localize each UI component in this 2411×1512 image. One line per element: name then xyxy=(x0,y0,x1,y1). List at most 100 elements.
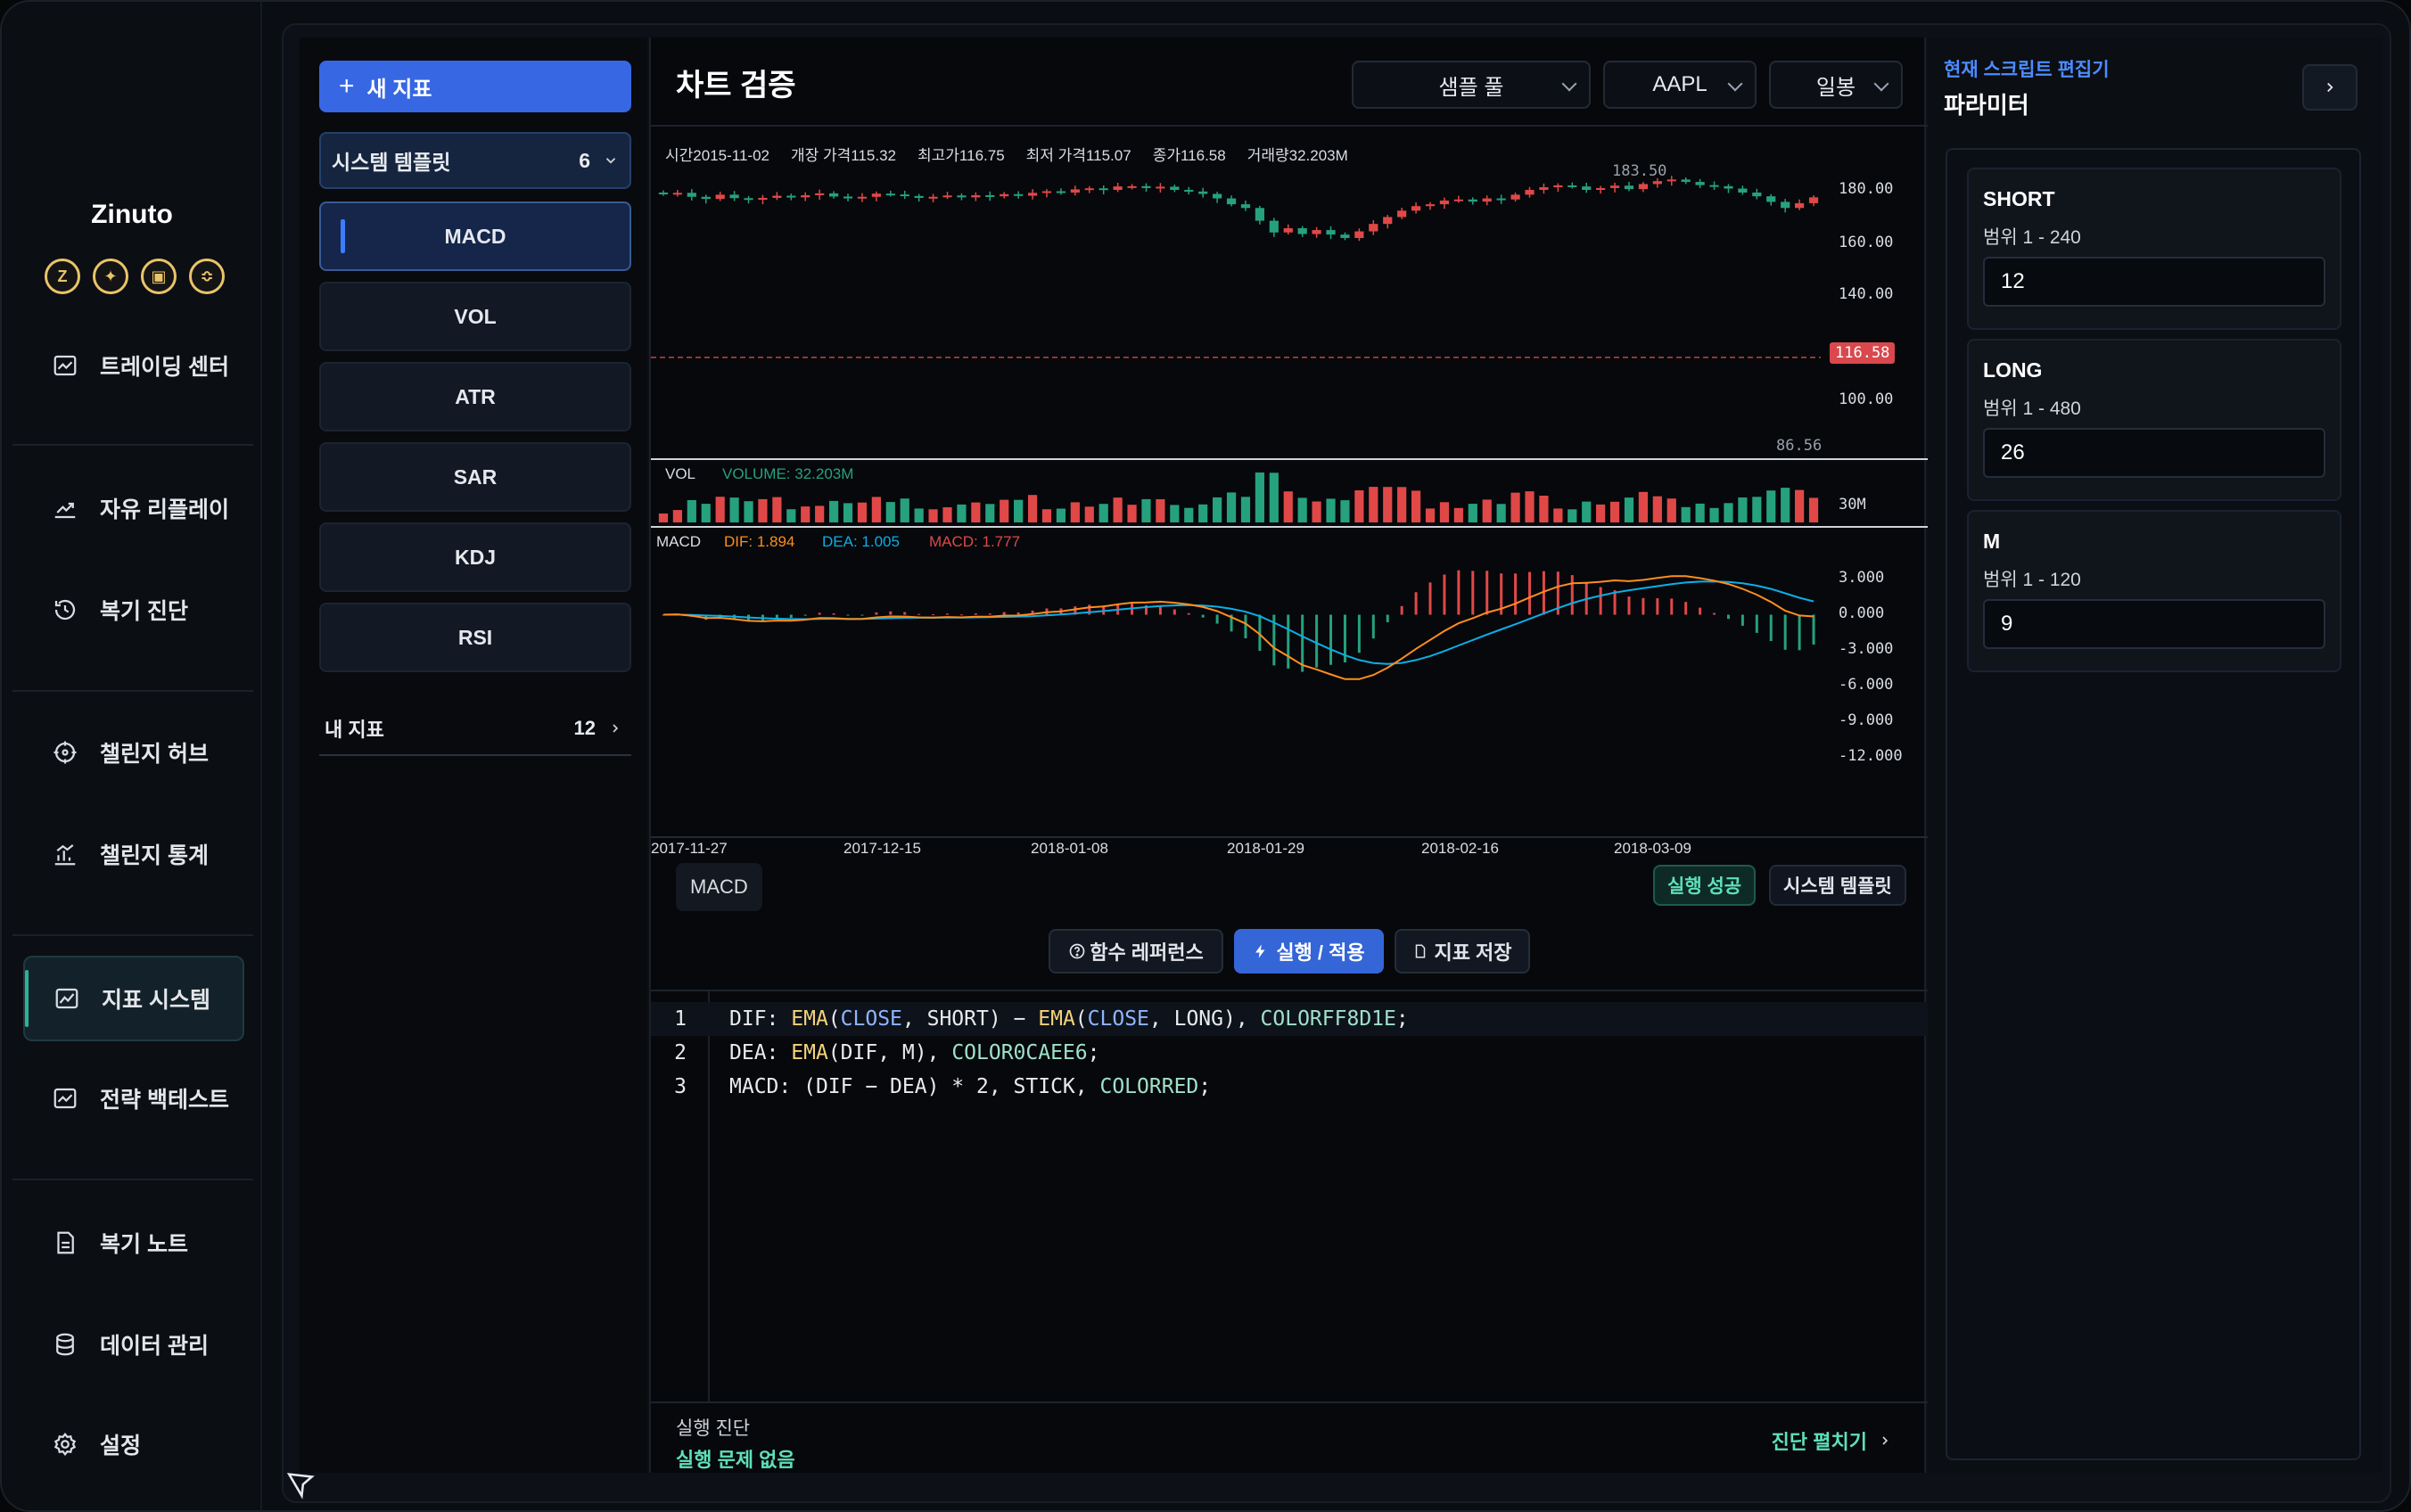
candle-body xyxy=(1453,199,1463,201)
collapse-panel-button[interactable] xyxy=(2302,64,2358,111)
parameter-panel: 현재 스크립트 편집기 파라미터 SHORT 범위 1 - 240 12 LON… xyxy=(1928,37,2382,1473)
script-editor-link[interactable]: 현재 스크립트 편집기 xyxy=(1944,55,2110,82)
param-m-input[interactable]: 9 xyxy=(1983,599,2325,649)
indicator-item-macd[interactable]: MACD xyxy=(319,201,631,271)
code-line[interactable]: 2 DEA: EMA(DIF, M), COLOR0CAEE6; xyxy=(651,1036,1928,1070)
indicator-item-vol[interactable]: VOL xyxy=(319,282,631,351)
code-text: DEA: EMA(DIF, M), COLOR0CAEE6; xyxy=(710,1041,1100,1064)
candle-body xyxy=(1425,204,1436,207)
period-select[interactable]: 일봉 xyxy=(1769,61,1903,109)
sidebar-item-settings[interactable]: 설정 xyxy=(23,1401,244,1487)
sidebar-item-challenge-stats[interactable]: 챌린지 통계 xyxy=(23,811,244,897)
sidebar-item-free-replay[interactable]: 자유 리플레이 xyxy=(23,465,244,551)
max-price-label: 183.50 xyxy=(1612,162,1667,180)
volume-series-label: VOLUME: 32.203M xyxy=(722,465,854,482)
candle-body xyxy=(1738,188,1748,193)
new-indicator-label: 새 지표 xyxy=(366,77,432,102)
volume-bar xyxy=(1369,487,1378,522)
expand-diagnosis-button[interactable]: 진단 펼치기 xyxy=(1772,1426,1892,1455)
save-indicator-label: 지표 저장 xyxy=(1434,941,1512,964)
param-long-input[interactable]: 26 xyxy=(1983,428,2325,478)
volume-bar xyxy=(1695,503,1705,522)
my-indicators-row[interactable]: 내 지표 12 xyxy=(319,703,631,756)
indicator-item-atr[interactable]: ATR xyxy=(319,362,631,431)
volume-bar xyxy=(1411,490,1421,522)
code-line[interactable]: 1 DIF: EMA(CLOSE, SHORT) − EMA(CLOSE, LO… xyxy=(651,1002,1928,1036)
volume-bar xyxy=(1482,499,1492,522)
run-apply-label: 실행 / 적용 xyxy=(1276,941,1365,964)
brand-badges: Z ✦ ▣ ≎ xyxy=(45,259,225,294)
indicator-item-rsi[interactable]: RSI xyxy=(319,603,631,672)
sidebar-item-trading-center[interactable]: 트레이딩 센터 xyxy=(23,323,244,408)
sidebar-item-challenge-hub[interactable]: 챌린지 허브 xyxy=(23,710,244,795)
candle-body xyxy=(1170,186,1180,191)
code-editor[interactable]: 1 DIF: EMA(CLOSE, SHORT) − EMA(CLOSE, LO… xyxy=(651,990,1928,1401)
volume-bar xyxy=(971,502,981,522)
save-indicator-button[interactable]: 지표 저장 xyxy=(1395,929,1530,974)
candle-body xyxy=(1525,190,1535,195)
volume-bar xyxy=(1609,501,1620,522)
candle-body xyxy=(786,195,796,198)
function-reference-button[interactable]: 함수 레퍼런스 xyxy=(1049,929,1223,974)
volume-bar xyxy=(1383,487,1393,522)
volume-bar xyxy=(1553,508,1563,522)
param-short-input[interactable]: 12 xyxy=(1983,257,2325,307)
code-token: : xyxy=(766,1007,792,1031)
macd-histogram-bar xyxy=(1002,612,1006,615)
macd-histogram-bar xyxy=(1428,582,1432,615)
volume-bar xyxy=(744,501,753,522)
candle-body xyxy=(1468,199,1477,202)
sidebar-item-indicator-system[interactable]: 지표 시스템 xyxy=(23,956,244,1041)
indicator-item-kdj[interactable]: KDJ xyxy=(319,522,631,592)
template-label: 시스템 템플릿 xyxy=(332,151,451,174)
sidebar-item-review-diagnosis[interactable]: 복기 진단 xyxy=(23,567,244,653)
volume-bar xyxy=(1468,504,1477,522)
dif-line xyxy=(662,575,1814,680)
macd-histogram-bar xyxy=(1173,609,1176,615)
macd-histogram-bar xyxy=(1371,614,1375,639)
sidebar-item-strategy-backtest[interactable]: 전략 백테스트 xyxy=(23,1056,244,1141)
editor-tab-macd[interactable]: MACD xyxy=(676,863,762,911)
expand-diagnosis-label: 진단 펼치기 xyxy=(1771,1431,1867,1453)
line-number: 3 xyxy=(674,1075,687,1098)
help-icon xyxy=(1069,943,1085,959)
sidebar-item-review-note[interactable]: 복기 노트 xyxy=(23,1200,244,1286)
symbol-select[interactable]: AAPL xyxy=(1603,61,1757,109)
indicator-item-sar[interactable]: SAR xyxy=(319,442,631,512)
volume-bar xyxy=(1127,505,1137,522)
code-line[interactable]: 3 MACD: (DIF − DEA) * 2, STICK, COLORRED… xyxy=(651,1070,1928,1104)
date-tick: 2018-03-09 xyxy=(1614,840,1691,857)
candle-body xyxy=(957,195,967,198)
candle-body xyxy=(1340,234,1350,238)
volume-bar xyxy=(1724,503,1733,522)
param-card-m: M 범위 1 - 120 9 xyxy=(1967,510,2341,672)
macd-tick: -3.000 xyxy=(1839,640,1894,658)
macd-histogram-bar xyxy=(1798,614,1801,651)
candle-body xyxy=(857,196,868,199)
volume-bar xyxy=(1198,504,1208,522)
volume-bar xyxy=(786,509,796,522)
volume-bar xyxy=(900,498,909,522)
system-template-button[interactable]: 시스템 템플릿 xyxy=(1769,865,1906,906)
macd-value-label: MACD: 1.777 xyxy=(929,533,1021,550)
param-name: M xyxy=(1983,530,2001,553)
sidebar-item-label: 지표 시스템 xyxy=(102,988,210,1013)
code-token: ( xyxy=(827,1041,841,1064)
volume-bar xyxy=(1070,502,1080,522)
parameters-title: 파라미터 xyxy=(1944,92,2029,119)
sidebar-item-data-management[interactable]: 데이터 관리 xyxy=(23,1302,244,1387)
sample-pool-select[interactable]: 샘플 풀 xyxy=(1352,61,1591,109)
macd-histogram-bar xyxy=(1769,614,1773,642)
macd-histogram-bar xyxy=(1627,596,1631,615)
volume-bar xyxy=(1808,497,1819,522)
sidebar-item-label: 챌린지 허브 xyxy=(100,742,209,767)
volume-bar xyxy=(701,504,711,522)
candle-body xyxy=(1226,198,1237,205)
run-apply-button[interactable]: 실행 / 적용 xyxy=(1234,929,1384,974)
chevron-badge-icon: ≎ xyxy=(189,259,225,294)
new-indicator-button[interactable]: + 새 지표 xyxy=(319,61,631,112)
vol-pane-divider xyxy=(651,458,1928,460)
system-template-dropdown[interactable]: 시스템 템플릿 6 xyxy=(319,132,631,189)
candle-body xyxy=(900,194,909,197)
price-chart[interactable]: 시간2015-11-02 개장 가격115.32 최고가116.75 최저 가격… xyxy=(651,125,1928,857)
